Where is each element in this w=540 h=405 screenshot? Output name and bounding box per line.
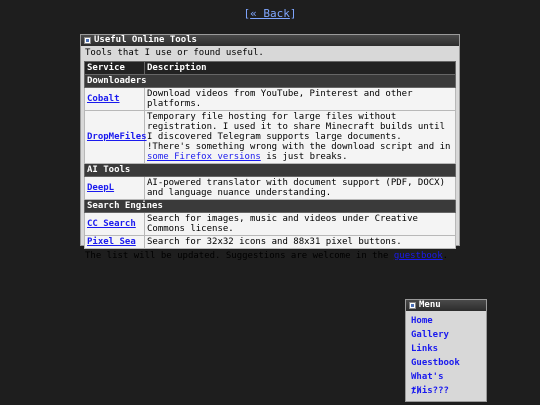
service-cell: Cobalt (84, 87, 145, 111)
service-link-cobalt[interactable]: Cobalt (87, 94, 120, 104)
firefox-versions-link[interactable]: some Firefox versions (147, 152, 261, 162)
tools-window-titlebar[interactable]: Useful Online Tools (81, 35, 459, 46)
description-cell: Download videos from YouTube, Pinterest … (144, 87, 456, 111)
service-cell: DeepL (84, 176, 145, 200)
category-label: AI Tools (84, 163, 456, 177)
tools-window-title: Useful Online Tools (94, 35, 197, 45)
service-link-dropmefiles[interactable]: DropMeFiles (87, 132, 147, 142)
description-cell: Search for 32x32 icons and 88x31 pixel b… (144, 235, 456, 249)
menu-item-links: Links (411, 342, 486, 356)
menu-link-guestbook[interactable]: Guestbook (411, 358, 460, 368)
table-row: DropMeFiles Temporary file hosting for l… (84, 110, 456, 164)
header-description: Description (144, 61, 456, 75)
table-row: CC Search Search for images, music and v… (84, 212, 456, 236)
back-link-container: [« Back] (243, 7, 297, 20)
description-cell: AI-powered translator with document supp… (144, 176, 456, 200)
description-cell: Search for images, music and videos unde… (144, 212, 456, 236)
window-icon (84, 37, 91, 44)
category-row-downloaders: Downloaders (84, 74, 456, 88)
footer-text: The list will be updated. Suggestions ar… (85, 251, 394, 261)
category-label: Downloaders (84, 74, 456, 88)
service-cell: Pixel Sea (84, 235, 145, 249)
service-link-cc-search[interactable]: CC Search (87, 219, 136, 229)
note-text: !There's something wrong with the downlo… (147, 142, 451, 152)
footer-text-end: . (442, 251, 449, 261)
menu-window: Menu Home Gallery Links Guestbook What's… (405, 299, 487, 402)
menu-window-title: Menu (419, 300, 441, 310)
service-cell: DropMeFiles (84, 110, 147, 164)
service-cell: CC Search (84, 212, 145, 236)
menu-item-whats-this: What's this??? (411, 370, 486, 396)
category-row-ai-tools: AI Tools (84, 163, 456, 177)
tools-intro: Tools that I use or found useful. (85, 48, 264, 58)
menu-link-slashes[interactable]: // (411, 386, 422, 396)
category-label: Search Engines (84, 199, 456, 213)
menu-item-gallery: Gallery (411, 328, 486, 342)
menu-list: Home Gallery Links Guestbook What's this… (406, 311, 486, 398)
table-row: DeepL AI-powered translator with documen… (84, 176, 456, 200)
menu-item-guestbook: Guestbook (411, 356, 486, 370)
table-row: Cobalt Download videos from YouTube, Pin… (84, 87, 456, 111)
category-row-search-engines: Search Engines (84, 199, 456, 213)
table-header-row: Service Description (84, 61, 456, 75)
tools-footer: The list will be updated. Suggestions ar… (81, 249, 459, 264)
back-link[interactable]: « Back (250, 7, 290, 20)
menu-link-home[interactable]: Home (411, 316, 433, 326)
service-link-pixel-sea[interactable]: Pixel Sea (87, 237, 136, 247)
menu-window-titlebar[interactable]: Menu (406, 300, 486, 311)
service-link-deepl[interactable]: DeepL (87, 183, 114, 193)
note-text-end: is just breaks. (260, 152, 348, 162)
header-service: Service (84, 61, 145, 75)
tools-window: Useful Online Tools Tools that I use or … (80, 34, 460, 261)
description-cell: Temporary file hosting for large files w… (144, 110, 456, 164)
menu-item-home: Home (411, 314, 486, 328)
guestbook-link[interactable]: guestbook (394, 251, 443, 261)
tools-table: Service Description Downloaders Cobalt D… (84, 61, 456, 249)
table-row: Pixel Sea Search for 32x32 icons and 88x… (84, 235, 456, 249)
window-icon (409, 302, 416, 309)
description-text: Temporary file hosting for large files w… (147, 112, 446, 142)
menu-link-links[interactable]: Links (411, 344, 438, 354)
menu-link-gallery[interactable]: Gallery (411, 330, 449, 340)
